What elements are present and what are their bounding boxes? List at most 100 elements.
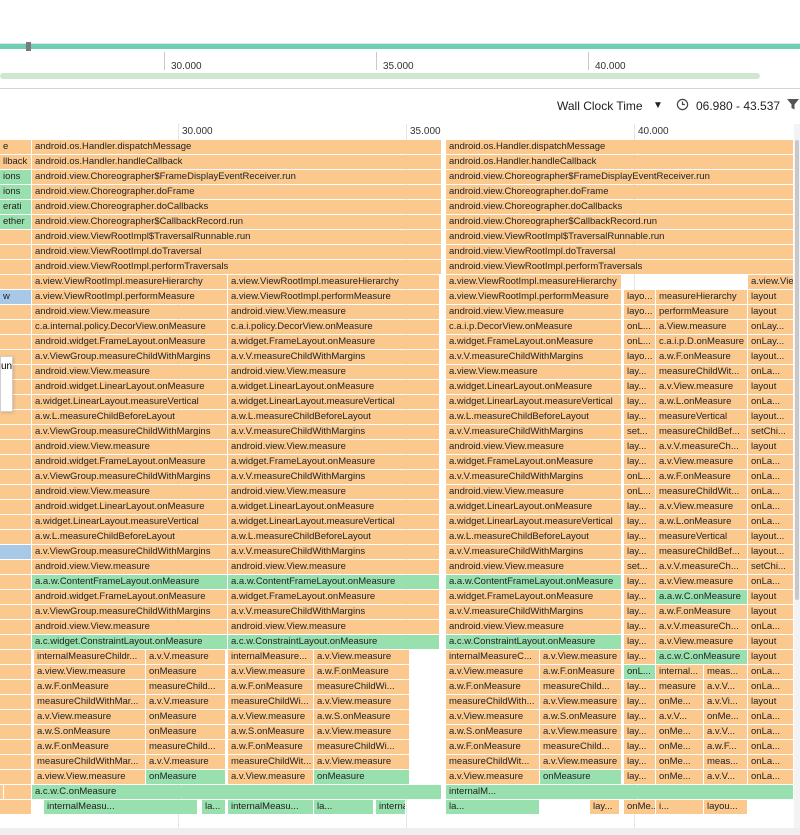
flame-frame[interactable]: a.c.w.ConstraintLayout.onMeasure [228, 635, 440, 649]
flame-frame[interactable]: layout [748, 635, 794, 649]
flame-frame[interactable]: android.view.View.measure [228, 560, 440, 574]
flame-frame[interactable]: ether [0, 215, 32, 229]
flame-frame[interactable]: a.v.V.measureChildWithMargins [228, 545, 440, 559]
flame-frame[interactable]: internalMeasure... [228, 650, 314, 664]
flame-frame[interactable]: android.widget.FrameLayout.onMeasure [32, 455, 228, 469]
flame-frame[interactable]: a.a.w.ContentFrameLayout.onMeasure [32, 575, 228, 589]
flame-frame[interactable]: c.a.i.policy.DecorView.onMeasure [228, 320, 440, 334]
flame-frame[interactable]: android.os.Handler.dispatchMessage [32, 140, 442, 154]
flame-frame[interactable]: android.view.View.measure [446, 485, 622, 499]
flame-frame[interactable]: onL... [624, 485, 656, 499]
flame-frame[interactable]: a.v.ViewGroup.measureChildWithMargins [32, 350, 228, 364]
flame-frame[interactable]: meas... [704, 755, 748, 769]
flame-frame[interactable]: layout [748, 605, 794, 619]
flame-frame[interactable]: a.v.View.measure [228, 770, 314, 784]
flame-frame[interactable]: a.v.V.measureChildWithMargins [446, 350, 622, 364]
flame-frame[interactable]: lay... [624, 575, 656, 589]
flame-frame[interactable]: a.w.F.onMeasure [656, 470, 748, 484]
flame-frame[interactable]: a.v.View.measure [540, 755, 622, 769]
flame-frame[interactable]: internal... [656, 665, 704, 679]
flame-frame[interactable]: android.view.Choreographer$FrameDisplayE… [32, 170, 442, 184]
flame-frame[interactable]: a.w.L.onMeasure [656, 395, 748, 409]
flame-frame[interactable]: a.v.V.measureCh... [656, 620, 748, 634]
flame-frame[interactable]: a.v.View.measure [228, 710, 314, 724]
flame-frame[interactable]: android.widget.LinearLayout.onMeasure [32, 500, 228, 514]
flame-frame[interactable] [0, 275, 32, 289]
flame-frame[interactable]: lay... [624, 755, 656, 769]
flame-frame[interactable]: a.v.View.measure [656, 500, 748, 514]
flame-frame[interactable]: a.v.V.measureChildWithMargins [446, 470, 622, 484]
flame-frame[interactable]: a.widget.LinearLayout.onMeasure [446, 380, 622, 394]
flame-frame[interactable]: android.view.Choreographer$CallbackRecor… [32, 215, 442, 229]
flame-frame[interactable]: onLa... [748, 665, 794, 679]
flame-frame[interactable]: onLa... [748, 455, 794, 469]
flame-frame[interactable]: a.v.V.measureCh... [656, 560, 748, 574]
flame-frame[interactable]: a.v.V... [704, 725, 748, 739]
vertical-scrollbar-thumb[interactable] [795, 140, 799, 600]
flame-frame[interactable]: onLa... [748, 500, 794, 514]
flame-frame[interactable]: a.view.ViewRootImpl.performMeasure [32, 290, 228, 304]
flame-frame[interactable]: android.view.View.measure [446, 440, 622, 454]
flame-frame[interactable]: onLa... [748, 470, 794, 484]
flame-frame[interactable]: onMe... [656, 770, 704, 784]
flame-frame[interactable]: layout [748, 380, 794, 394]
flame-frame[interactable]: measureChildWi... [314, 680, 410, 694]
flame-frame[interactable]: a.v.View.measure [314, 755, 410, 769]
flame-frame[interactable]: onMe... [656, 695, 704, 709]
flame-frame[interactable]: internalM... [446, 785, 794, 799]
flame-frame[interactable]: layout [748, 440, 794, 454]
flame-frame[interactable]: a.widget.FrameLayout.onMeasure [446, 455, 622, 469]
flame-frame[interactable] [0, 605, 32, 619]
flame-frame[interactable] [0, 440, 32, 454]
flame-frame[interactable]: a.v.V.measure [146, 695, 226, 709]
flame-frame[interactable]: android.view.ViewRootImpl.doTraversal [446, 245, 794, 259]
flame-frame[interactable]: lay... [624, 545, 656, 559]
flame-frame[interactable]: a.widget.FrameLayout.onMeasure [446, 335, 622, 349]
flame-frame[interactable]: android.os.Handler.handleCallback [446, 155, 794, 169]
flame-frame[interactable]: onMe... [656, 755, 704, 769]
flame-frame[interactable]: erati [0, 200, 32, 214]
flame-frame[interactable]: android.view.ViewRootImpl$TraversalRunna… [446, 230, 794, 244]
flame-frame[interactable]: a.w.F.onMeasure [314, 665, 410, 679]
flame-frame[interactable]: lay... [624, 605, 656, 619]
flame-frame[interactable]: a.widget.LinearLayout.onMeasure [228, 500, 440, 514]
flame-frame[interactable] [0, 425, 32, 439]
flame-frame[interactable]: a.w.F.onMeasure [446, 680, 540, 694]
flame-frame[interactable]: a.v.ViewGroup.measureChildWithMargins [32, 545, 228, 559]
flame-frame[interactable]: a.v.View.measure [540, 650, 622, 664]
flame-frame[interactable]: lay... [624, 530, 656, 544]
flame-frame[interactable]: setChi... [748, 425, 794, 439]
flame-frame[interactable]: internalMeasu... [44, 800, 198, 814]
flame-frame[interactable]: android.view.ViewRootImpl.performTravers… [32, 260, 442, 274]
flame-frame[interactable]: a.view.ViewRootImpl.performLayout [748, 275, 794, 289]
flame-frame[interactable]: android.view.View.measure [32, 440, 228, 454]
flame-frame[interactable]: layout... [748, 410, 794, 424]
flame-frame[interactable]: a.w.S.onMeasure [446, 725, 540, 739]
flame-frame[interactable]: onLa... [748, 485, 794, 499]
flame-frame[interactable] [0, 755, 32, 769]
flame-frame[interactable]: android.os.Handler.dispatchMessage [446, 140, 794, 154]
flame-frame[interactable]: a.v.View.measure [314, 695, 410, 709]
flame-frame[interactable]: android.view.View.measure [228, 365, 440, 379]
flame-frame[interactable]: onL... [624, 335, 656, 349]
flame-frame[interactable]: layo... [624, 305, 656, 319]
flame-frame[interactable] [0, 710, 32, 724]
flame-frame[interactable]: android.view.Choreographer$FrameDisplayE… [446, 170, 794, 184]
flame-frame[interactable]: android.view.View.measure [32, 485, 228, 499]
flame-frame[interactable] [0, 725, 32, 739]
flame-frame[interactable]: a.View.measure [656, 320, 748, 334]
flame-frame[interactable]: a.widget.FrameLayout.onMeasure [228, 335, 440, 349]
flame-frame[interactable]: android.view.View.measure [446, 560, 622, 574]
flame-frame[interactable]: ions [0, 185, 32, 199]
flame-frame[interactable]: lay... [624, 740, 656, 754]
flame-frame[interactable]: meas... [704, 665, 748, 679]
flame-frame[interactable]: set... [624, 560, 656, 574]
flame-frame[interactable] [0, 560, 32, 574]
flame-frame[interactable]: a.w.F.onMeasure [34, 680, 146, 694]
flame-frame[interactable]: android.view.ViewRootImpl$TraversalRunna… [32, 230, 442, 244]
flame-frame[interactable]: android.view.View.measure [32, 620, 228, 634]
flame-frame[interactable]: a.v.V.measureChildWithMargins [446, 605, 622, 619]
flame-frame[interactable]: measureChildWithMar... [34, 695, 146, 709]
caret-down-icon[interactable]: ▼ [653, 100, 663, 111]
flame-frame[interactable]: a.v.V.measureChildWithMargins [228, 425, 440, 439]
